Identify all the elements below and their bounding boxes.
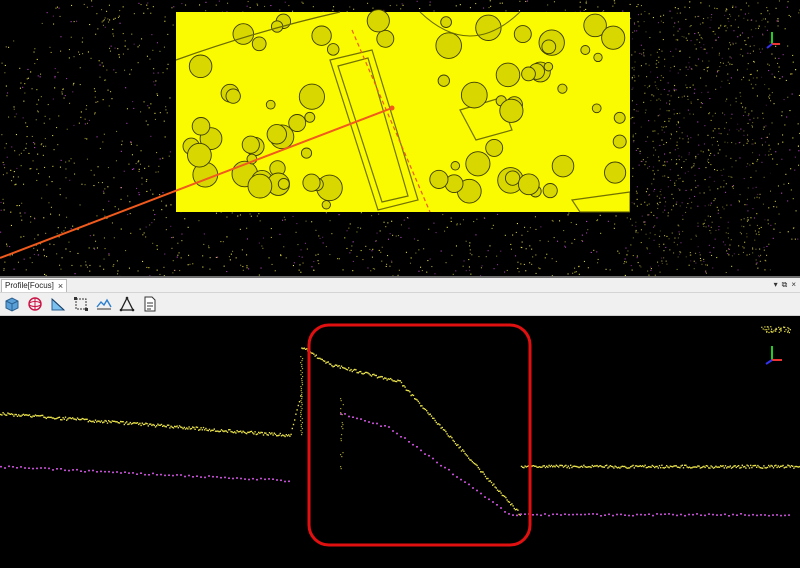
raster-overlay bbox=[175, 9, 631, 213]
close-icon[interactable]: × bbox=[58, 281, 63, 291]
close-panel-icon[interactable]: × bbox=[791, 279, 796, 291]
section-icon[interactable] bbox=[48, 294, 68, 314]
chevron-down-icon[interactable]: ▾ bbox=[774, 279, 778, 291]
tab-profile-focus[interactable]: Profile[Focus] × bbox=[1, 279, 68, 292]
tab-title: Profile[Focus] bbox=[5, 281, 54, 290]
sphere-icon[interactable] bbox=[25, 294, 45, 314]
panel-controls: ▾ ⧉ × bbox=[774, 279, 796, 291]
report-icon[interactable] bbox=[140, 294, 160, 314]
section-end-marker[interactable] bbox=[389, 105, 395, 111]
profile-point-cloud bbox=[0, 326, 800, 517]
top-right-raster bbox=[630, 12, 770, 272]
profile-tab-bar: Profile[Focus] × ▾ ⧉ × bbox=[0, 278, 800, 293]
axis-gizmo-profile bbox=[765, 346, 782, 365]
float-panel-icon[interactable]: ⧉ bbox=[782, 279, 788, 291]
bounding-box-icon[interactable] bbox=[71, 294, 91, 314]
profile-view[interactable] bbox=[0, 316, 800, 568]
terrain-icon[interactable] bbox=[94, 294, 114, 314]
view-3d-icon[interactable] bbox=[2, 294, 22, 314]
profile-toolbar bbox=[0, 293, 800, 316]
triangle-icon[interactable] bbox=[117, 294, 137, 314]
top-3d-view[interactable] bbox=[0, 0, 800, 276]
